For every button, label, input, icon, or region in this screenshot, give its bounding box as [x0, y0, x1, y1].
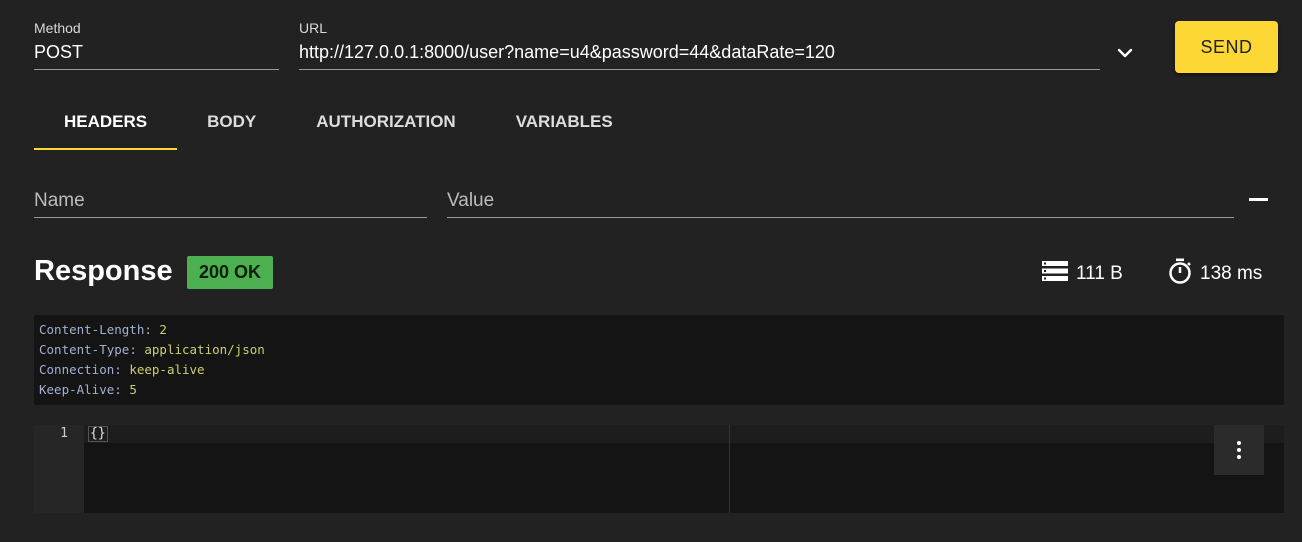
method-label: Method — [34, 20, 81, 36]
request-tabs: HEADERS BODY AUTHORIZATION VARIABLES — [34, 96, 643, 152]
response-header-line: Keep-Alive: 5 — [39, 382, 137, 397]
line-number: 1 — [60, 426, 68, 441]
url-field[interactable]: URL http://127.0.0.1:8000/user?name=u4&p… — [299, 20, 1100, 72]
response-body-text[interactable]: {} — [88, 426, 108, 442]
tab-body[interactable]: BODY — [177, 96, 286, 150]
response-headers: Content-Length: 2 Content-Type: applicat… — [34, 315, 1284, 405]
response-body-editor[interactable]: 1 {} — [34, 425, 1284, 513]
method-underline — [34, 69, 279, 70]
header-name-underline — [34, 217, 427, 218]
url-underline — [299, 69, 1100, 70]
status-badge: 200 OK — [187, 256, 273, 289]
method-value[interactable]: POST — [34, 42, 83, 63]
response-header-line: Content-Length: 2 — [39, 322, 167, 337]
response-time-value: 138 ms — [1200, 263, 1263, 284]
response-size: 111 B — [1042, 260, 1123, 288]
list-icon — [1042, 260, 1068, 288]
tab-authorization[interactable]: AUTHORIZATION — [286, 96, 485, 150]
header-name-wrapper — [34, 188, 427, 220]
response-size-value: 111 B — [1076, 263, 1123, 284]
header-value-wrapper — [447, 188, 1234, 220]
response-title: Response — [34, 255, 173, 287]
chevron-down-icon[interactable] — [1112, 40, 1138, 66]
url-input[interactable]: http://127.0.0.1:8000/user?name=u4&passw… — [299, 42, 835, 63]
response-time: 138 ms — [1168, 258, 1262, 290]
header-name-input[interactable] — [34, 188, 427, 214]
header-value-input[interactable] — [447, 188, 1234, 214]
active-line-highlight — [84, 425, 1284, 443]
tab-headers[interactable]: HEADERS — [34, 96, 178, 150]
stopwatch-icon — [1168, 258, 1192, 290]
header-value-underline — [447, 217, 1234, 218]
print-margin — [729, 425, 730, 513]
response-header-line: Connection: keep-alive — [39, 362, 205, 377]
url-label: URL — [299, 20, 328, 36]
more-vertical-icon[interactable] — [1214, 425, 1264, 475]
method-field[interactable]: Method POST — [34, 20, 279, 72]
tab-variables[interactable]: VARIABLES — [486, 96, 643, 150]
send-button[interactable]: SEND — [1175, 21, 1278, 73]
editor-gutter: 1 — [34, 425, 84, 513]
minus-icon[interactable] — [1249, 198, 1269, 202]
response-header-line: Content-Type: application/json — [39, 342, 265, 357]
